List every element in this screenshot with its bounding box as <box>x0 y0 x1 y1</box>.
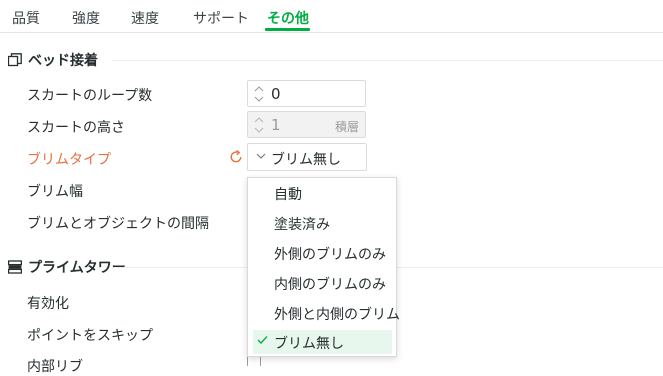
bed-adhesion-icon <box>8 53 22 67</box>
tab-quality[interactable]: 品質 <box>12 8 40 28</box>
tab-speed[interactable]: 速度 <box>131 8 159 28</box>
skirt-height-label: スカートの高さ <box>27 120 125 136</box>
tab-others[interactable]: その他 <box>267 8 309 28</box>
tab-bar: 品質 強度 速度 サポート その他 <box>0 0 663 33</box>
brim-type-value: ブリム無し <box>271 152 341 168</box>
brim-type-combobox[interactable]: ブリム無し <box>247 143 367 171</box>
section-divider <box>112 60 663 61</box>
dropdown-option-outer-only[interactable]: 外側のブリムのみ <box>253 241 392 265</box>
dropdown-option-inner-only[interactable]: 内側のブリムのみ <box>253 271 392 295</box>
section-header-bed-adhesion: ベッド接着 <box>8 50 98 70</box>
option-label: 外側と内側のブリム <box>274 307 400 323</box>
inner-ribs-label: 内部リブ <box>27 359 83 375</box>
reset-icon[interactable] <box>229 150 243 164</box>
skirt-height-unit: 積層 <box>334 120 359 134</box>
spin-buttons[interactable] <box>254 115 264 135</box>
option-label: ブリム無し <box>274 336 344 352</box>
brim-width-label: ブリム幅 <box>27 184 83 200</box>
brim-type-dropdown: 自動 塗装済み 外側のブリムのみ 内側のブリムのみ 外側と内側のブリム ブリム無… <box>247 177 400 357</box>
inner-ribs-checkbox[interactable] <box>247 356 261 366</box>
dropdown-option-outer-and-inner[interactable]: 外側と内側のブリム <box>253 301 400 325</box>
brim-object-gap-label: ブリムとオブジェクトの間隔 <box>27 216 209 232</box>
skirt-height-value: 1 <box>271 116 281 134</box>
chevron-down-icon <box>256 153 266 159</box>
option-label: 塗装済み <box>274 217 330 233</box>
skip-points-label: ポイントをスキップ <box>27 328 153 344</box>
spin-buttons[interactable] <box>254 84 264 104</box>
skirt-loops-label: スカートのループ数 <box>27 88 153 104</box>
skirt-height-input[interactable]: 1 積層 <box>247 111 366 138</box>
dropdown-option-painted[interactable]: 塗装済み <box>253 211 392 235</box>
prime-tower-enable-label: 有効化 <box>27 296 69 312</box>
prime-tower-icon <box>8 260 22 274</box>
active-tab-indicator <box>265 28 310 31</box>
dropdown-option-auto[interactable]: 自動 <box>253 181 392 205</box>
checkmark-icon <box>257 336 268 344</box>
skirt-loops-input[interactable]: 0 <box>247 80 366 107</box>
section-header-prime-tower: プライムタワー <box>8 257 126 277</box>
option-label: 外側のブリムのみ <box>274 247 386 263</box>
skirt-loops-value: 0 <box>271 85 281 103</box>
brim-type-label: ブリムタイプ <box>27 152 111 168</box>
section-title: ベッド接着 <box>28 53 98 69</box>
dropdown-option-no-brim[interactable]: ブリム無し <box>253 330 392 354</box>
option-label: 内側のブリムのみ <box>274 277 386 293</box>
tab-support[interactable]: サポート <box>193 8 249 28</box>
option-label: 自動 <box>274 187 302 203</box>
tab-strength[interactable]: 強度 <box>72 8 100 28</box>
